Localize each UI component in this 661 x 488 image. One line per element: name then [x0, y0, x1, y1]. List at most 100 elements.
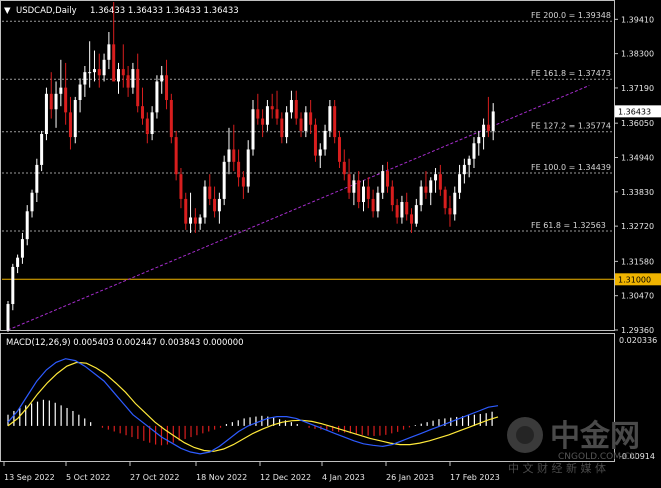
candle	[313, 118, 317, 162]
trendline-layer	[7, 85, 590, 331]
candle	[227, 127, 231, 175]
time-tick-label: 26 Jan 2023	[386, 473, 434, 482]
candle	[54, 81, 58, 128]
price-tick-label: 1.38300	[621, 50, 654, 59]
chart-window: FE 200.0 = 1.39348 FE 161.8 = 1.37473 FE 1…	[0, 0, 661, 488]
candle	[482, 118, 486, 150]
watermark-brand: 中金网	[550, 419, 640, 454]
current-price-label: 1.36433	[618, 107, 651, 116]
candle	[395, 198, 399, 224]
trendline	[7, 85, 590, 331]
candle	[434, 168, 438, 193]
candle	[424, 171, 428, 199]
watermark-url: CNGOLD.COM.CN	[558, 452, 637, 462]
candle	[150, 106, 154, 141]
price-axis: 1.39410 1.38300 1.37190 1.36050 1.34940 1.338…	[614, 15, 661, 335]
candle	[337, 130, 341, 169]
time-tick-label: 4 Jan 2023	[322, 473, 365, 482]
fib-label: FE 100.0 = 1.34439	[531, 163, 611, 172]
candle	[169, 93, 173, 144]
candle	[419, 180, 423, 212]
candle	[121, 44, 125, 88]
candle	[453, 186, 457, 221]
candle	[141, 87, 145, 125]
candle	[342, 149, 346, 181]
price-tick-label: 1.32720	[621, 222, 654, 231]
candle	[472, 137, 476, 169]
candle	[102, 53, 106, 82]
time-tick-label: 12 Dec 2022	[260, 473, 311, 482]
candle	[390, 180, 394, 212]
candle	[184, 192, 188, 230]
macd-top-label: 0.020336	[619, 336, 657, 345]
candle	[438, 164, 442, 196]
candle	[299, 112, 303, 138]
macd-label: MACD(12,26,9) 0.005403 0.002447 0.003843…	[6, 338, 244, 348]
candle	[97, 53, 101, 88]
candle	[352, 174, 356, 206]
candle	[40, 130, 44, 172]
fib-label: FE 200.0 = 1.39348	[531, 11, 611, 20]
candle	[193, 208, 197, 233]
candle	[208, 174, 212, 206]
candle	[376, 186, 380, 218]
candle	[189, 192, 193, 233]
candle	[25, 205, 29, 246]
macd-layer	[7, 358, 499, 455]
time-tick-label: 27 Oct 2022	[130, 473, 179, 482]
candle	[386, 161, 390, 193]
candle	[491, 103, 495, 141]
candle	[68, 96, 72, 150]
candle	[285, 106, 289, 144]
price-tick-label: 1.30470	[621, 292, 654, 301]
candle	[261, 109, 265, 138]
price-tick-label: 1.34940	[621, 153, 654, 162]
price-tick-label: 1.37190	[621, 84, 654, 93]
candle	[381, 164, 385, 199]
candle	[44, 87, 48, 141]
candle	[92, 50, 96, 82]
macd-line	[7, 358, 499, 455]
candle	[11, 263, 15, 311]
ohlc-label: 1.36433 1.36433 1.36433 1.36433	[90, 6, 239, 16]
candle	[289, 90, 293, 119]
candle	[213, 186, 217, 218]
candle	[246, 140, 250, 193]
candle	[131, 62, 135, 94]
chart-canvas: FE 200.0 = 1.39348 FE 161.8 = 1.37473 FE 1…	[0, 0, 661, 482]
candle	[357, 171, 361, 209]
candle	[88, 41, 92, 88]
candle	[217, 192, 221, 224]
candle	[486, 96, 490, 138]
candle	[59, 59, 63, 107]
time-tick-label: 5 Oct 2022	[66, 473, 110, 482]
candle	[73, 96, 77, 144]
fib-label: FE 127.2 = 1.35774	[531, 122, 611, 131]
candle	[222, 155, 226, 206]
candle	[347, 158, 351, 199]
candle	[477, 130, 481, 156]
candle	[361, 180, 365, 212]
candle	[443, 186, 447, 215]
candle	[265, 99, 269, 131]
candle	[116, 62, 120, 94]
candle	[16, 254, 20, 274]
candle	[275, 90, 279, 125]
candle	[448, 195, 452, 227]
candle	[20, 232, 24, 264]
candle	[400, 195, 404, 224]
candle	[126, 65, 130, 97]
signal-line	[7, 361, 499, 452]
candle	[462, 158, 466, 184]
candle	[30, 189, 34, 218]
symbol-label: USDCAD,Daily	[16, 6, 77, 16]
chart-title-arrow-icon[interactable]: ▼	[4, 6, 11, 16]
candle	[64, 62, 68, 125]
time-tick-label: 18 Nov 2022	[196, 473, 247, 482]
candle	[304, 106, 308, 138]
price-tick-label: 1.36050	[621, 119, 654, 128]
candle	[405, 192, 409, 221]
price-tick-label: 1.29360	[621, 326, 654, 335]
time-axis: 13 Sep 2022 5 Oct 2022 27 Oct 2022 18 Nov 2…	[3, 462, 500, 482]
candle	[174, 130, 178, 181]
